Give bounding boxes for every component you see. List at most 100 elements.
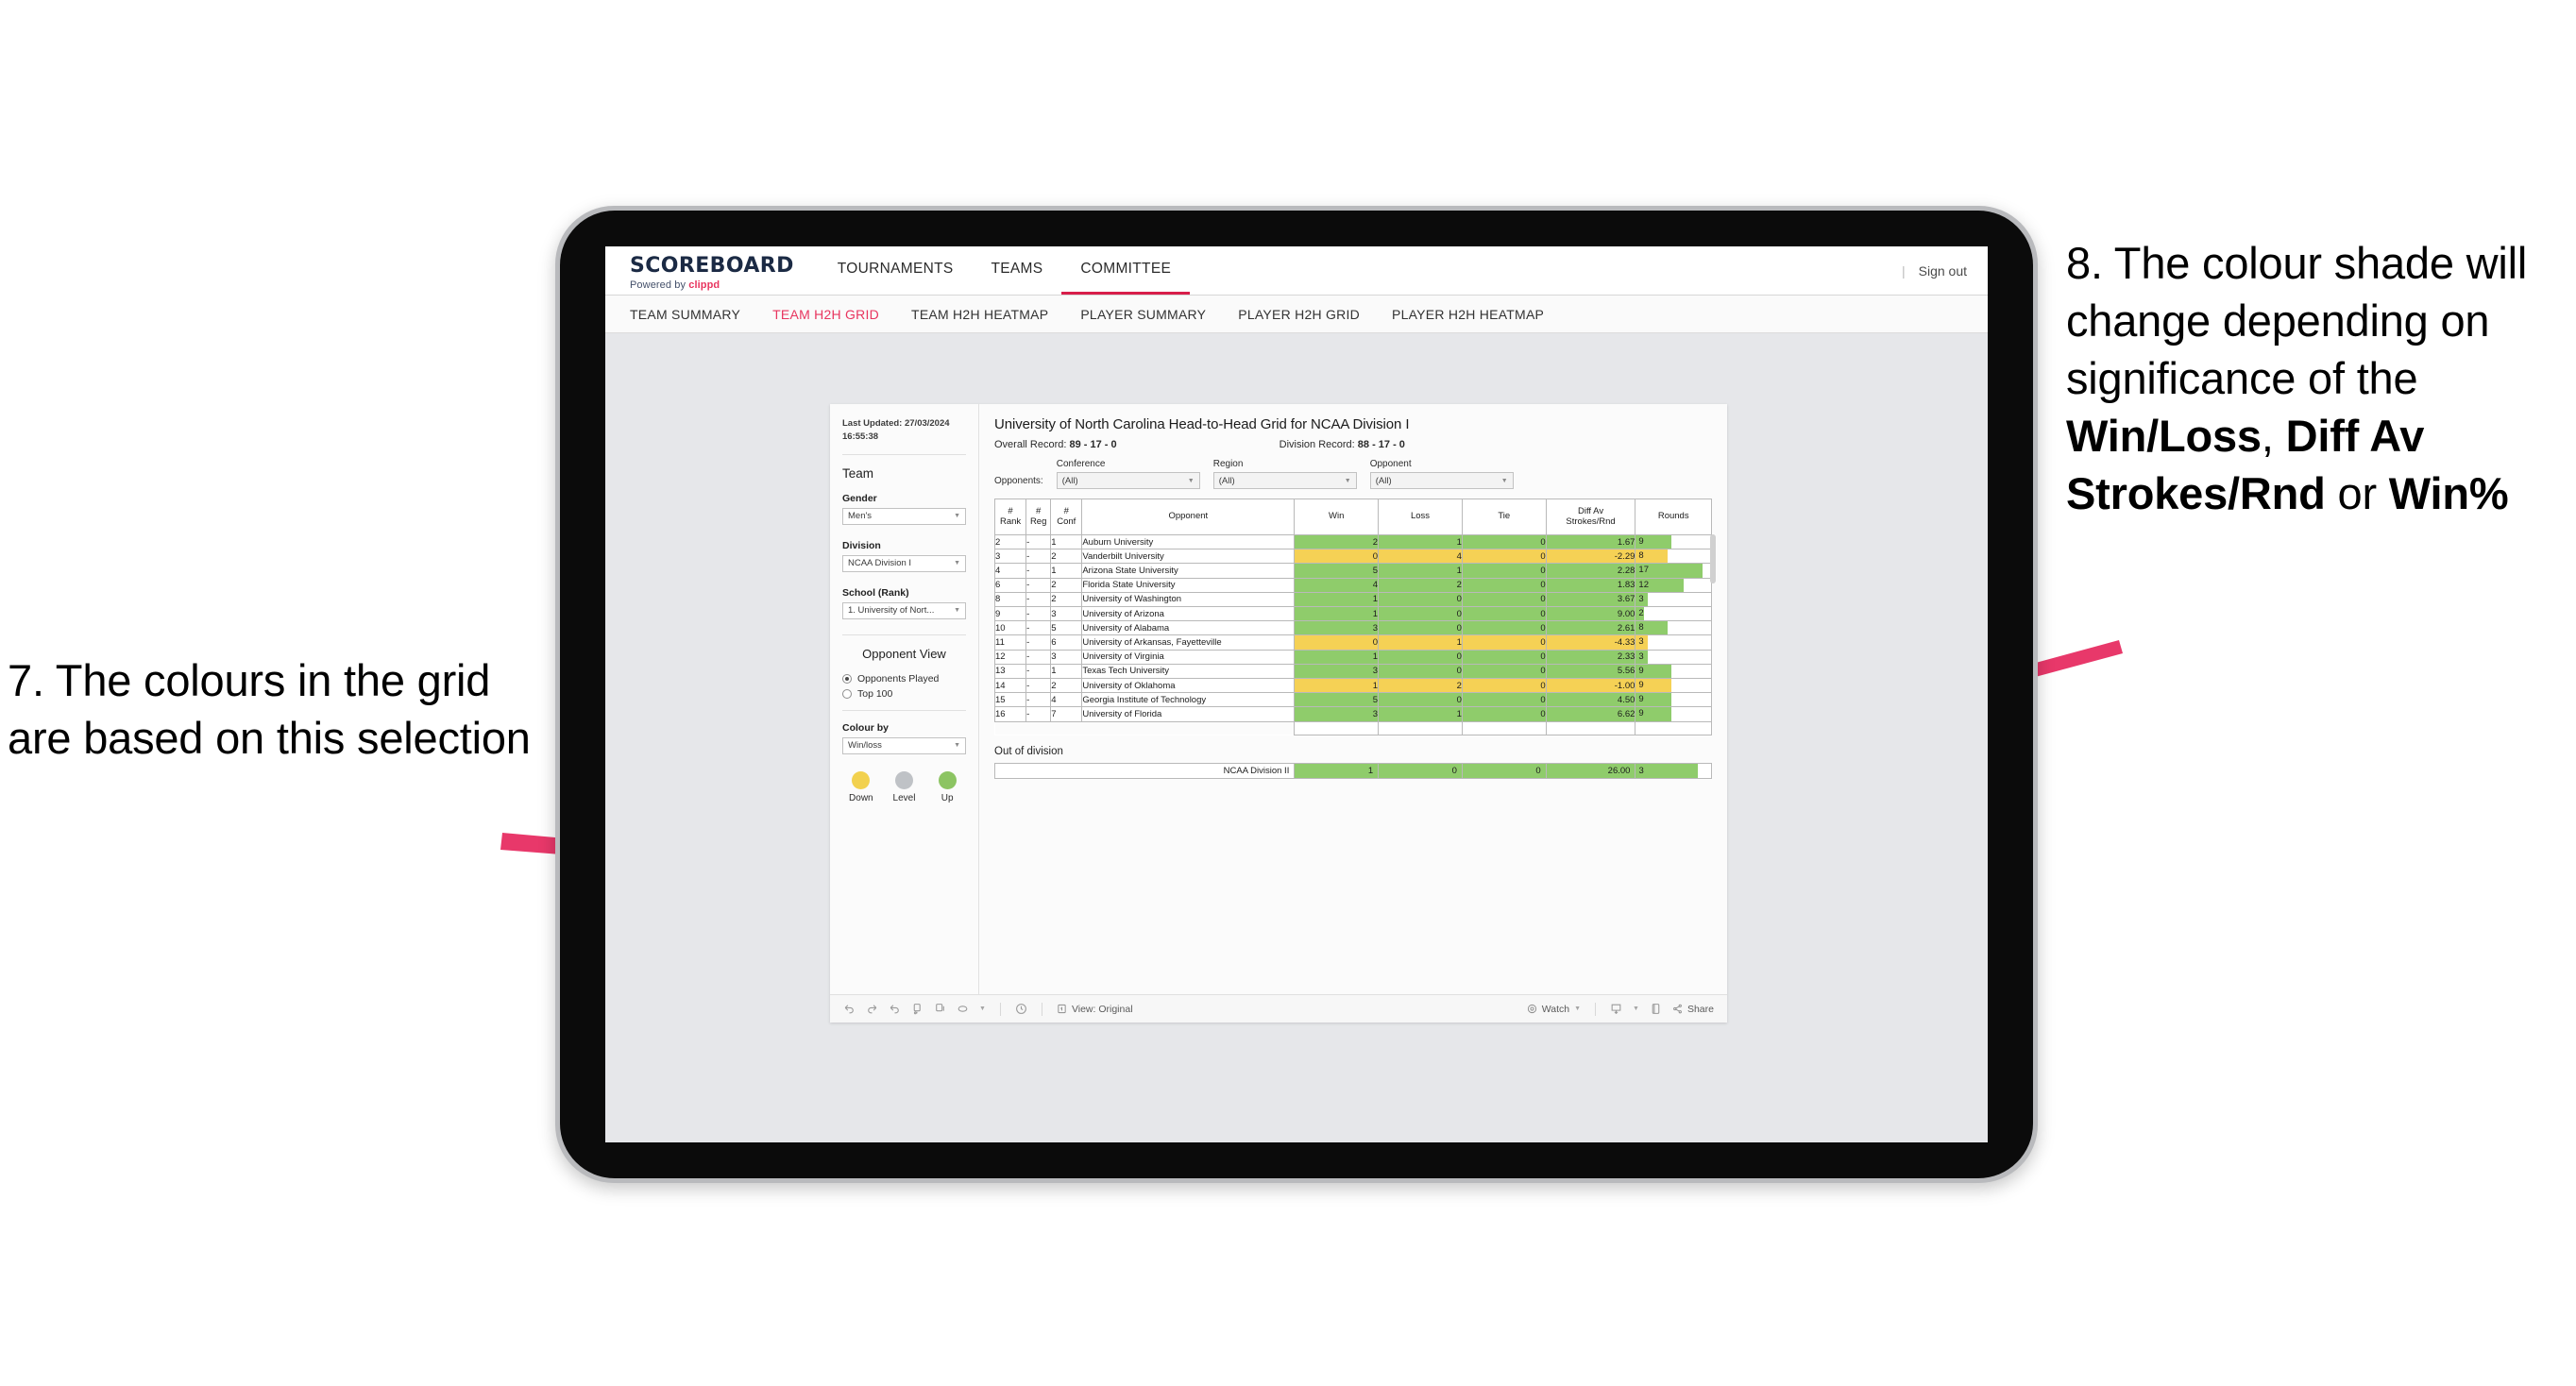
cell-diff: -1.00 [1545,678,1636,694]
refresh-icon[interactable] [957,1003,969,1015]
cell-reg: - [1025,591,1052,608]
cell-rounds: 17 [1635,563,1712,579]
table-header-cell[interactable]: Tie [1461,499,1547,535]
cell-loss: 1 [1378,634,1463,651]
conference-value: (All) [1061,475,1078,486]
gender-select[interactable]: Men's ▼ [842,507,966,525]
subnav-player-h2h-grid[interactable]: PLAYER H2H GRID [1238,307,1360,322]
watch-button[interactable]: Watch ▼ [1527,1004,1581,1015]
cell-opponent: University of Washington [1081,591,1296,608]
table-row[interactable]: 10-5 University of Alabama 3 0 0 2.61 8 [993,620,1712,636]
radio-opponents-played-label: Opponents Played [857,672,940,685]
chevron-down-icon: ▼ [1344,477,1351,484]
last-updated-time: 16:55:38 [842,431,879,442]
table-row[interactable]: 6-2 Florida State University 4 2 0 1.83 12 [993,577,1712,593]
table-row[interactable]: 13-1 Texas Tech University 3 0 0 5.56 9 [993,663,1712,680]
resume-icon[interactable] [934,1003,946,1015]
table-row[interactable]: 2-1 Auburn University 2 1 0 1.67 9 [993,533,1712,550]
subnav-player-summary[interactable]: PLAYER SUMMARY [1080,307,1206,322]
nav-teams[interactable]: TEAMS [973,246,1062,295]
cell-rounds: 9 [1635,663,1712,680]
download-icon[interactable] [1610,1003,1622,1015]
table-row[interactable]: 16-7 University of Florida 3 1 0 6.62 9 [993,706,1712,722]
table-header-cell[interactable]: # Conf [1050,499,1083,535]
header-right: | Sign out [1902,246,1988,295]
viz-toolbar: ▼ View: Original Watch ▼ ▼ Share [830,994,1727,1023]
colour-by-select[interactable]: Win/loss ▼ [842,736,966,754]
sign-out-link[interactable]: Sign out [1919,263,1967,279]
last-updated: Last Updated: 27/03/2024 16:55:38 [842,417,966,444]
table-header-cell[interactable]: Loss [1378,499,1463,535]
table-body: 2-1 Auburn University 2 1 0 1.67 9 3-2 Vanderbil… [993,533,1712,735]
revert-icon[interactable] [889,1003,901,1015]
cell-diff: 1.67 [1545,533,1636,550]
tablet-device-frame: SCOREBOARD Powered by clippd TOURNAMENTS… [555,206,2038,1183]
cell-rounds: 8 [1635,549,1712,565]
nav-tournaments[interactable]: TOURNAMENTS [819,246,973,295]
table-header-cell[interactable]: Rounds [1635,499,1712,535]
brand-logo: SCOREBOARD Powered by clippd [605,246,819,295]
view-original-button[interactable]: View: Original [1057,1004,1133,1015]
table-row[interactable]: 12-3 University of Virginia 1 0 0 2.33 3 [993,649,1712,665]
cell-win: 3 [1294,663,1380,680]
cell-loss: 0 [1378,649,1463,665]
table-header-cell[interactable]: # Rank [993,499,1027,535]
pause-icon[interactable] [911,1003,924,1015]
toolbar-right-group: Watch ▼ ▼ Share [1527,1002,1714,1016]
table-row[interactable]: 8-2 University of Washington 1 0 0 3.67 3 [993,591,1712,608]
table-row[interactable]: 15-4 Georgia Institute of Technology 5 0 0 4.… [993,692,1712,708]
region-filter: Region (All) ▼ [1212,459,1357,489]
table-header-cell[interactable]: Diff Av Strokes/Rnd [1545,499,1636,535]
cell-loss: 1 [1378,563,1463,579]
fullscreen-icon[interactable] [1650,1003,1662,1015]
cell-opponent: University of Alabama [1081,620,1296,636]
out-of-division-body: NCAA Division II 1 0 0 26.00 3 [993,762,1712,779]
radio-top-100[interactable]: Top 100 [842,688,966,700]
opponents-label: Opponents: [994,476,1043,486]
dropdown-caret-icon[interactable]: ▼ [979,1006,986,1012]
chevron-down-icon[interactable]: ▼ [1633,1006,1639,1012]
region-select[interactable]: (All) ▼ [1212,472,1357,489]
nav-committee[interactable]: COMMITTEE [1061,246,1191,295]
table-header-cell[interactable]: Opponent [1081,499,1296,535]
table-header-cell[interactable]: # Reg [1025,499,1052,535]
ood-win: 1 [1294,762,1380,779]
subnav-team-h2h-grid[interactable]: TEAM H2H GRID [772,307,879,322]
subnav-team-summary[interactable]: TEAM SUMMARY [630,307,740,322]
table-scrollbar[interactable] [1710,534,1716,583]
table-row[interactable]: 11-6 University of Arkansas, Fayetteville… [993,634,1712,651]
cell-win: 3 [1294,706,1380,722]
undo-icon[interactable] [843,1003,856,1015]
conference-select[interactable]: (All) ▼ [1056,472,1200,489]
cell-reg: - [1025,577,1052,593]
clock-icon[interactable] [1015,1003,1027,1015]
legend-level: Level [886,770,924,803]
cell-diff: 2.28 [1545,563,1636,579]
cell-conf: 3 [1050,606,1083,622]
subnav-team-h2h-heatmap[interactable]: TEAM H2H HEATMAP [911,307,1048,322]
cell-rounds: 3 [1635,591,1712,608]
division-select[interactable]: NCAA Division I ▼ [842,554,966,572]
cell-conf: 2 [1050,577,1083,593]
opponent-select[interactable]: (All) ▼ [1369,472,1514,489]
school-rank-select[interactable]: 1. University of Nort... ▼ [842,601,966,619]
cell-conf: 5 [1050,620,1083,636]
screenshot-root: 7. The colours in the grid are based on … [0,0,2576,1386]
table-row[interactable]: 9-3 University of Arizona 1 0 0 9.00 2 [993,606,1712,622]
share-button[interactable]: Share [1672,1004,1714,1015]
out-of-division-row[interactable]: NCAA Division II 1 0 0 26.00 3 [993,762,1712,779]
cell-rounds: 12 [1635,577,1712,593]
table-header-cell[interactable]: Win [1294,499,1380,535]
annotation-right: 8. The colour shade will change dependin… [2066,234,2576,522]
table-row[interactable]: 4-1 Arizona State University 5 1 0 2.28 17 [993,563,1712,579]
brand-title: SCOREBOARD [630,253,794,278]
cell-diff: 1.83 [1545,577,1636,593]
radio-opponents-played[interactable]: Opponents Played [842,673,966,685]
redo-icon[interactable] [866,1003,878,1015]
ood-tie: 0 [1461,762,1547,779]
table-row[interactable]: 3-2 Vanderbilt University 0 4 0 -2.29 8 [993,549,1712,565]
table-row[interactable]: 14-2 University of Oklahoma 1 2 0 -1.00 9 [993,678,1712,694]
watch-label: Watch [1541,1003,1570,1015]
divider [842,709,966,711]
subnav-player-h2h-heatmap[interactable]: PLAYER H2H HEATMAP [1392,307,1544,322]
